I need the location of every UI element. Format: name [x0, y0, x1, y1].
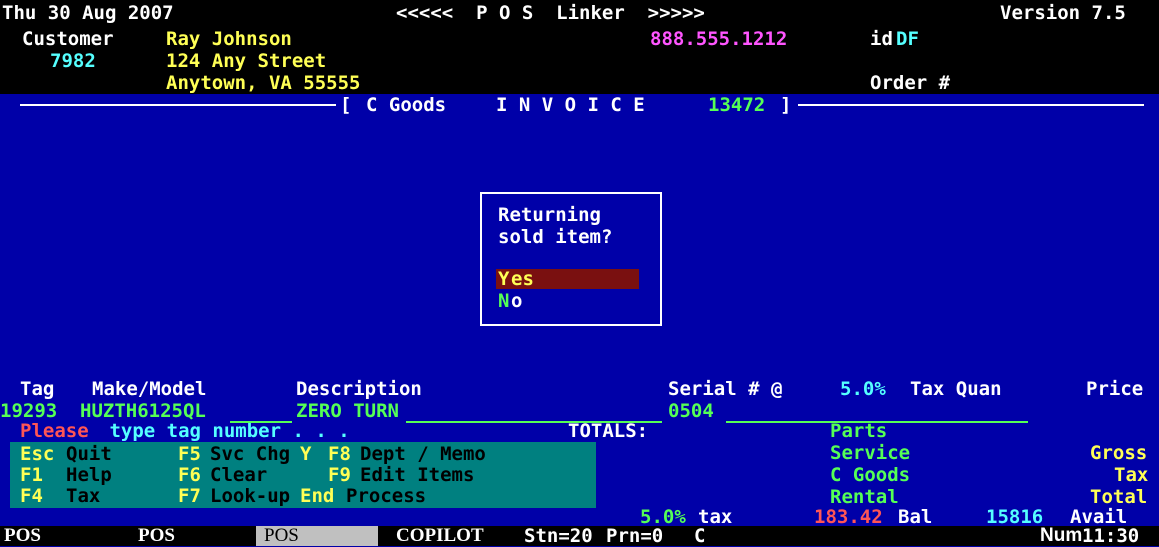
- version-label: Version 7.5: [1000, 2, 1126, 24]
- id-label: id: [870, 28, 893, 50]
- column-header-tax-quan: Tax Quan: [910, 378, 1002, 400]
- app-title: <<<<< P O S Linker >>>>>: [396, 2, 705, 24]
- item-tag-value[interactable]: 19293: [0, 400, 57, 422]
- item-serial-value[interactable]: 0504: [668, 400, 714, 422]
- invoice-title: I N V O I C E: [496, 94, 645, 116]
- total-total-label: Total: [1090, 486, 1148, 508]
- printer-indicator: Prn=0: [606, 525, 664, 547]
- dialog-question-line2: sold item?: [498, 226, 613, 248]
- no-option-hotkey[interactable]: N: [498, 290, 509, 312]
- column-header-tax-rate: 5.0%: [840, 378, 886, 400]
- fkey-f9-label[interactable]: Edit Items: [360, 464, 474, 486]
- totals-label: TOTALS:: [568, 420, 649, 442]
- fkey-end-label[interactable]: Process: [346, 485, 426, 507]
- available-value: 15816: [986, 506, 1044, 528]
- total-category-parts: Parts: [830, 420, 888, 442]
- column-header-serial: Serial # @: [668, 378, 783, 400]
- num-lock-indicator: Num: [1040, 525, 1083, 546]
- taskbar-tab-pos-3[interactable]: POS: [264, 525, 299, 547]
- title-rule-left: [20, 104, 336, 106]
- total-gross-label: Gross: [1090, 442, 1148, 464]
- fkey-f8-label[interactable]: Dept / Memo: [360, 443, 486, 465]
- mode-indicator: C: [694, 525, 706, 547]
- function-key-panel: Esc Quit F5 Svc Chg Y F8 Dept / Memo F1 …: [10, 442, 596, 508]
- taskbar-tab-pos-2[interactable]: POS: [138, 525, 175, 547]
- total-tax-label: Tax: [1114, 464, 1149, 486]
- prompt-highlight: Please: [20, 420, 89, 442]
- fkey-f7-label[interactable]: Look-up: [210, 485, 290, 507]
- fkey-f5-label[interactable]: Svc Chg: [210, 443, 290, 465]
- address-line-2: Anytown, VA 55555: [166, 72, 361, 94]
- customer-phone: 888.555.1212: [650, 28, 788, 50]
- taskbar-tab-copilot[interactable]: COPILOT: [396, 525, 484, 547]
- balance-label: Bal: [898, 506, 933, 528]
- total-category-rental: Rental: [830, 486, 899, 508]
- invoice-close-bracket: ]: [780, 94, 792, 116]
- no-option-label[interactable]: o: [511, 290, 522, 312]
- fkey-esc-key[interactable]: Esc: [20, 443, 54, 465]
- customer-name: Ray Johnson: [166, 28, 292, 50]
- fkey-f9-key[interactable]: F9: [328, 464, 351, 486]
- yes-option-hotkey[interactable]: Y: [498, 268, 509, 290]
- fkey-f8-key[interactable]: F8: [328, 443, 351, 465]
- fkey-f4-label[interactable]: Tax: [66, 485, 100, 507]
- taskbar-tab-pos-1[interactable]: POS: [4, 525, 41, 547]
- dialog-question-line1: Returning: [498, 204, 601, 226]
- fkey-f4-key[interactable]: F4: [20, 485, 43, 507]
- fkey-f6-label[interactable]: Clear: [210, 464, 267, 486]
- item-description-value[interactable]: ZERO TURN: [296, 400, 399, 422]
- item-make-model-value[interactable]: HUZTH6125QL: [80, 400, 206, 422]
- fkey-f5-key[interactable]: F5: [178, 443, 201, 465]
- id-value: DF: [896, 28, 919, 50]
- invoice-number: 13472: [708, 94, 766, 116]
- order-number-label: Order #: [870, 72, 951, 94]
- total-category-c-goods: C Goods: [830, 464, 911, 486]
- column-header-make-model: Make/Model: [92, 378, 207, 400]
- prompt-text: type tag number . . .: [98, 420, 350, 442]
- fkey-f7-key[interactable]: F7: [178, 485, 201, 507]
- column-header-description: Description: [296, 378, 422, 400]
- balance-value: 183.42: [814, 506, 883, 528]
- column-header-tag: Tag: [20, 378, 55, 400]
- invoice-open-bracket: [: [340, 94, 352, 116]
- fkey-f5-suffix[interactable]: Y: [300, 443, 311, 465]
- current-date: Thu 30 Aug 2007: [2, 2, 174, 24]
- fkey-esc-label[interactable]: Quit: [66, 443, 112, 465]
- fkey-end-key[interactable]: End: [300, 485, 334, 507]
- total-category-service: Service: [830, 442, 911, 464]
- return-item-dialog: Returning sold item? Y es N o: [480, 192, 662, 326]
- title-rule-right: [798, 104, 1144, 106]
- clock: 11:30: [1082, 525, 1140, 547]
- station-indicator: Stn=20: [524, 525, 593, 547]
- column-header-price: Price: [1086, 378, 1144, 400]
- invoice-type: C Goods: [366, 94, 447, 116]
- fkey-f6-key[interactable]: F6: [178, 464, 201, 486]
- fkey-f1-label[interactable]: Help: [66, 464, 112, 486]
- address-line-1: 124 Any Street: [166, 50, 327, 72]
- yes-option-label[interactable]: es: [511, 268, 534, 290]
- customer-label: Customer: [22, 28, 114, 50]
- fkey-f1-key[interactable]: F1: [20, 464, 43, 486]
- customer-number: 7982: [50, 50, 96, 72]
